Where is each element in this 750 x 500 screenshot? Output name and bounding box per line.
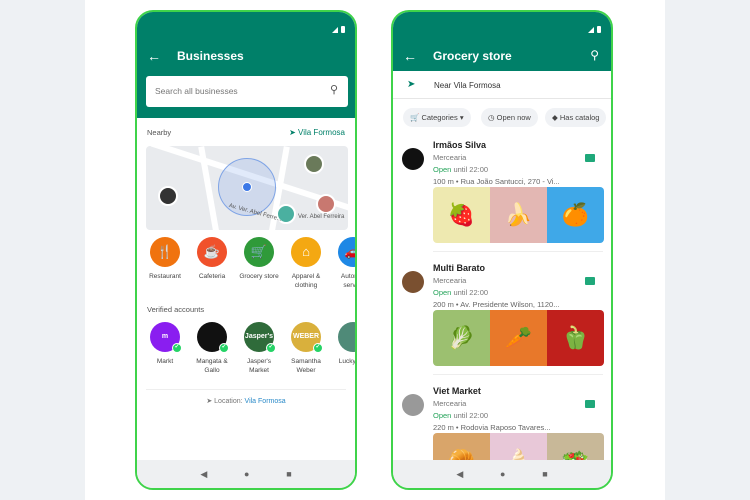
- verified-check-icon: ✓: [219, 343, 229, 353]
- product-image[interactable]: 🍌: [490, 187, 547, 243]
- category-item[interactable]: ☕ Cafeteria: [190, 237, 234, 281]
- avatar: [402, 394, 424, 416]
- chip-open-now[interactable]: ◷ Open now: [481, 108, 538, 127]
- location-row[interactable]: ➤ Near Vila Formosa: [393, 71, 611, 99]
- verified-check-icon: ✓: [172, 343, 182, 353]
- map-pin[interactable]: [158, 186, 178, 206]
- chip-has-catalog[interactable]: ◆ Has catalog: [545, 108, 607, 127]
- fork-knife-icon: 🍴: [150, 237, 180, 267]
- clock-icon: ◷: [488, 113, 497, 122]
- catalog-icon[interactable]: [585, 154, 595, 162]
- phone-businesses: ← Businesses Search all businesses ⚲ Nea…: [135, 10, 357, 490]
- verified-account[interactable]: m ✓ Markt: [143, 322, 187, 366]
- location-link[interactable]: Vila Formosa: [245, 398, 286, 405]
- search-icon[interactable]: ⚲: [590, 48, 599, 62]
- product-images[interactable]: 🍓 🍌 🍊: [433, 187, 604, 243]
- location-arrow-icon: ➤: [206, 398, 215, 405]
- verified-check-icon: ✓: [313, 343, 323, 353]
- location-arrow-icon: ➤: [289, 128, 299, 137]
- business-logo: ✓: [197, 322, 229, 353]
- hours: Open until 22:00: [433, 411, 489, 420]
- category-item[interactable]: 🛒 Grocery store: [237, 237, 281, 281]
- header: ← Grocery store ⚲: [393, 12, 611, 71]
- nav-recents-icon[interactable]: ■: [286, 469, 291, 479]
- business-logo: m ✓: [150, 322, 182, 353]
- hours: Open until 22:00: [433, 165, 489, 174]
- cart-icon: 🛒: [410, 113, 422, 122]
- street-label: Ver. Abel Ferreira: [298, 214, 345, 220]
- divider: [433, 251, 603, 252]
- current-location-dot: [242, 182, 252, 192]
- verified-check-icon: ✓: [266, 343, 276, 353]
- verified-account[interactable]: Jasper's ✓ Jasper's Market: [237, 322, 281, 375]
- chip-categories[interactable]: 🛒 Categories ▾: [403, 108, 471, 127]
- hanger-icon: ⌂: [291, 237, 321, 267]
- category-item[interactable]: ⌂ Apparel & clothing: [284, 237, 328, 290]
- verified-account[interactable]: ✓ Mangata & Gallo: [190, 322, 234, 375]
- location-arrow-icon: ➤: [407, 79, 416, 90]
- back-arrow-icon[interactable]: ←: [403, 48, 417, 64]
- signal-icon: [588, 27, 594, 33]
- signal-icon: [332, 27, 338, 33]
- verified-account[interactable]: WEBER ✓ Samantha Weber: [284, 322, 328, 375]
- page-title: Businesses: [177, 49, 244, 63]
- nav-home-icon[interactable]: ●: [500, 469, 505, 479]
- business-list-item[interactable]: Multi Barato Mercearia Open until 22:00 …: [393, 263, 611, 373]
- catalog-icon: ◆: [552, 113, 560, 122]
- avatar: [402, 271, 424, 293]
- nav-back-icon[interactable]: ◀: [200, 469, 207, 480]
- android-nav-bar: ◀ ● ■: [393, 460, 611, 488]
- cart-icon: 🛒: [244, 237, 274, 267]
- battery-icon: [597, 26, 601, 33]
- status-bar: [332, 26, 345, 33]
- product-image[interactable]: 🥕: [490, 310, 547, 366]
- business-logo: WEBER ✓: [291, 322, 323, 353]
- business-logo: ✓: [338, 322, 355, 352]
- product-image[interactable]: 🍓: [433, 187, 490, 243]
- nearby-label: Nearby: [147, 128, 172, 137]
- page-title: Grocery store: [433, 49, 512, 63]
- product-image[interactable]: 🫑: [547, 310, 604, 366]
- hours: Open until 22:00: [433, 288, 489, 297]
- nearby-map[interactable]: Av. Ver. Abel Ferre... Ver. Abel Ferreir…: [146, 146, 348, 230]
- near-location: Near Vila Formosa: [434, 81, 501, 90]
- verified-account[interactable]: ✓Lucky S...: [331, 322, 355, 366]
- car-icon: 🚗: [338, 237, 355, 267]
- avatar: [402, 148, 424, 170]
- search-icon[interactable]: ⚲: [330, 83, 338, 96]
- business-list-item[interactable]: Irmãos Silva Mercearia Open until 22:00 …: [393, 140, 611, 250]
- verified-accounts-label: Verified accounts: [147, 305, 205, 314]
- divider: [433, 374, 603, 375]
- nearby-location-link[interactable]: ➤ Vila Formosa: [289, 128, 345, 137]
- nav-back-icon[interactable]: ◀: [456, 469, 463, 480]
- dropdown-icon: ▾: [459, 113, 464, 122]
- category-item[interactable]: 🍴 Restaurant: [143, 237, 187, 281]
- business-logo: Jasper's ✓: [244, 322, 276, 353]
- product-image[interactable]: 🥬: [433, 310, 490, 366]
- battery-icon: [341, 26, 345, 33]
- search-input[interactable]: Search all businesses ⚲: [146, 76, 348, 107]
- catalog-icon[interactable]: [585, 400, 595, 408]
- product-images[interactable]: 🥬 🥕 🫑: [433, 310, 604, 366]
- map-pin[interactable]: [316, 194, 336, 214]
- map-pin[interactable]: [304, 154, 324, 174]
- category-item[interactable]: 🚗Autom... servi...: [331, 237, 355, 290]
- product-image[interactable]: 🍊: [547, 187, 604, 243]
- phone-grocery-store: ← Grocery store ⚲ ➤ Near Vila Formosa 🛒 …: [391, 10, 613, 490]
- location-footer: ➤ Location: Vila Formosa: [206, 398, 286, 405]
- header: ← Businesses Search all businesses ⚲: [137, 12, 355, 118]
- android-nav-bar: ◀ ● ■: [137, 460, 355, 488]
- nav-recents-icon[interactable]: ■: [542, 469, 547, 479]
- back-arrow-icon[interactable]: ←: [147, 48, 161, 64]
- cafe-icon: ☕: [197, 237, 227, 267]
- search-placeholder: Search all businesses: [155, 86, 238, 96]
- nav-home-icon[interactable]: ●: [244, 469, 249, 479]
- status-bar: [588, 26, 601, 33]
- divider: [146, 389, 346, 390]
- catalog-icon[interactable]: [585, 277, 595, 285]
